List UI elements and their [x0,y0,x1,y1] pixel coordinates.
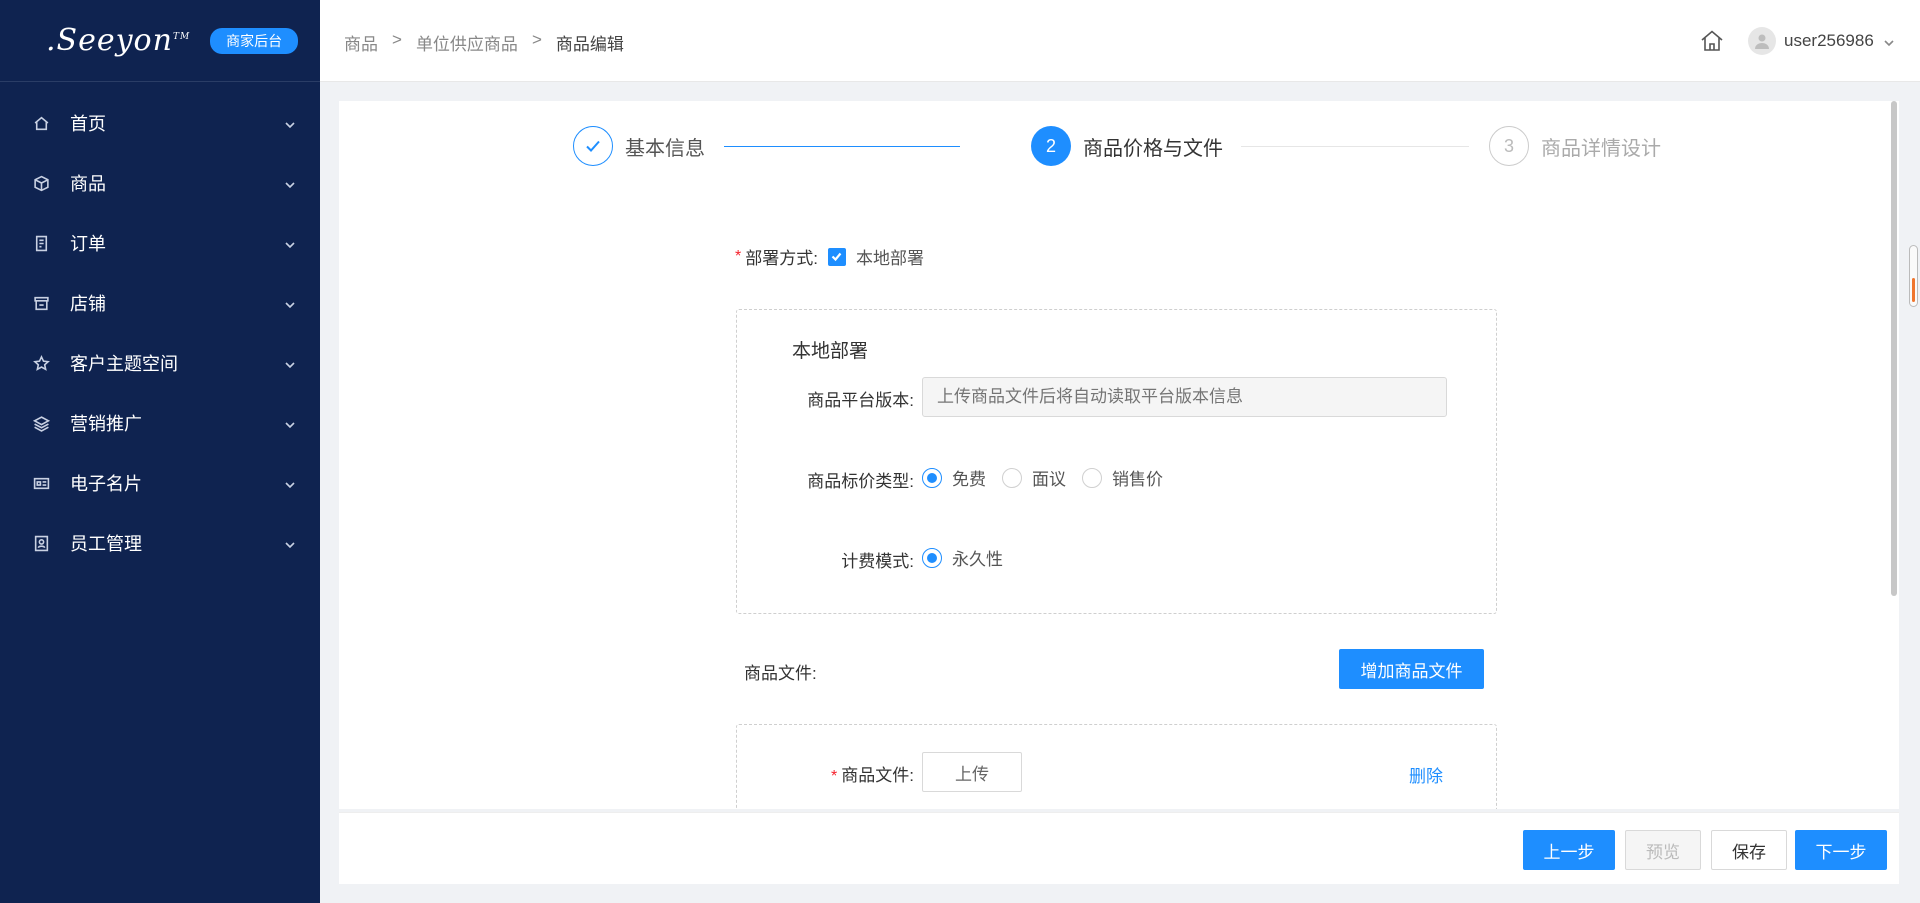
local-deploy-section: 本地部署 商品平台版本: 商品标价类型: 免费 面议 销售价 计费模式: 永久性 [736,309,1497,614]
sidebar-item-label: 订单 [70,234,106,254]
step-detail-design[interactable]: 3 商品详情设计 [1489,126,1661,166]
sidebar: .SeeyonTM 商家后台 首页 商品 订单 店铺 客户主题空间 营销推广 电… [0,0,320,903]
chevron-down-icon [284,355,296,369]
deploy-method-label: 部署方式: [745,249,818,268]
order-icon [30,232,52,254]
local-deploy-option[interactable]: 本地部署 [856,244,924,269]
sidebar-item-store[interactable]: 店铺 [0,273,320,333]
price-radio-negotiable[interactable]: 面议 [1002,465,1066,490]
content-scrollbar[interactable] [1891,101,1897,596]
billing-mode-label: 计费模式: [841,552,914,571]
home-icon[interactable] [1698,27,1726,55]
sidebar-item-customer-space[interactable]: 客户主题空间 [0,333,320,393]
step-price-and-files[interactable]: 2 商品价格与文件 [1031,126,1223,166]
chevron-down-icon [284,175,296,189]
next-step-button[interactable]: 下一步 [1795,830,1887,870]
upload-button[interactable]: 上传 [922,752,1022,792]
chevron-down-icon [284,115,296,129]
layers-icon [30,412,52,434]
price-type-radio-group: 免费 面议 销售价 [922,465,1179,490]
logo-bar: .SeeyonTM 商家后台 [0,0,320,82]
delete-file-link[interactable]: 删除 [1409,762,1443,787]
breadcrumb-separator: > [531,30,542,49]
sidebar-item-orders[interactable]: 订单 [0,213,320,273]
breadcrumb-item-current: 商品编辑 [555,35,624,54]
breadcrumb-item-unit-supply[interactable]: 单位供应商品 [416,30,518,55]
deploy-method-row: * 部署方式: 本地部署 [735,244,924,269]
breadcrumb: 商品 > 单位供应商品 > 商品编辑 [344,30,624,55]
step-connector [724,146,960,147]
price-radio-sale-price[interactable]: 销售价 [1082,465,1163,490]
merchant-backend-badge: 商家后台 [210,27,299,54]
sidebar-item-label: 电子名片 [70,474,142,494]
id-card-icon [30,472,52,494]
chevron-down-icon [284,295,296,309]
billing-radio-permanent[interactable]: 永久性 [922,545,1003,570]
username[interactable]: user256986 [1784,31,1874,51]
staff-icon [30,532,52,554]
breadcrumb-separator: > [392,30,402,49]
product-file-item: * 商品文件: 上传 删除 [736,724,1497,809]
step-number: 3 [1489,126,1529,166]
logo[interactable]: .SeeyonTM [46,23,190,58]
platform-version-label: 商品平台版本: [807,391,914,410]
avatar[interactable] [1748,27,1776,55]
top-header: 商品 > 单位供应商品 > 商品编辑 user256986 [320,0,1920,82]
chevron-down-icon[interactable] [1883,36,1895,48]
home-icon [30,112,52,134]
add-product-file-button[interactable]: 增加商品文件 [1339,649,1484,689]
save-button[interactable]: 保存 [1711,830,1787,870]
price-type-label: 商品标价类型: [807,472,914,491]
sidebar-item-staff[interactable]: 员工管理 [0,513,320,573]
star-icon [30,352,52,374]
page-scrollbar[interactable] [1909,245,1918,307]
required-mark: * [735,247,742,265]
product-files-label: 商品文件: [744,664,817,683]
chevron-down-icon [284,475,296,489]
sidebar-item-label: 营销推广 [70,414,142,434]
platform-version-input[interactable] [922,377,1447,417]
footer-action-bar: 上一步 预览 保存 下一步 [339,812,1899,884]
cube-icon [30,172,52,194]
chevron-down-icon [284,535,296,549]
breadcrumb-item-products[interactable]: 商品 [344,30,378,55]
sidebar-menu: 首页 商品 订单 店铺 客户主题空间 营销推广 电子名片 员工管理 [0,82,320,573]
sidebar-item-home[interactable]: 首页 [0,93,320,153]
step-title: 商品详情设计 [1541,137,1661,160]
local-deploy-title: 本地部署 [792,341,869,362]
step-title: 商品价格与文件 [1083,137,1223,160]
billing-mode-radio-group: 永久性 [922,545,1019,570]
step-basic-info[interactable]: 基本信息 [573,126,705,166]
product-file-label: * 商品文件: [831,766,914,785]
sidebar-item-label: 首页 [70,114,106,134]
edit-card: 基本信息 2 商品价格与文件 3 商品详情设计 * 部署方式: 本地部署 本地部… [339,101,1899,809]
step-connector [1241,146,1469,147]
price-radio-free[interactable]: 免费 [922,465,986,490]
sidebar-item-products[interactable]: 商品 [0,153,320,213]
check-icon [573,126,613,166]
sidebar-item-business-card[interactable]: 电子名片 [0,453,320,513]
store-icon [30,292,52,314]
previous-step-button[interactable]: 上一步 [1523,830,1615,870]
step-title: 基本信息 [625,137,705,160]
sidebar-item-label: 商品 [70,174,106,194]
chevron-down-icon [284,415,296,429]
sidebar-item-label: 员工管理 [70,534,142,554]
chevron-down-icon [284,235,296,249]
local-deploy-checkbox[interactable] [827,247,846,266]
step-number: 2 [1031,126,1071,166]
sidebar-item-label: 店铺 [70,294,106,314]
preview-button[interactable]: 预览 [1625,830,1701,870]
sidebar-item-label: 客户主题空间 [70,354,178,374]
sidebar-item-marketing[interactable]: 营销推广 [0,393,320,453]
scroll-thumb[interactable] [1912,278,1915,302]
